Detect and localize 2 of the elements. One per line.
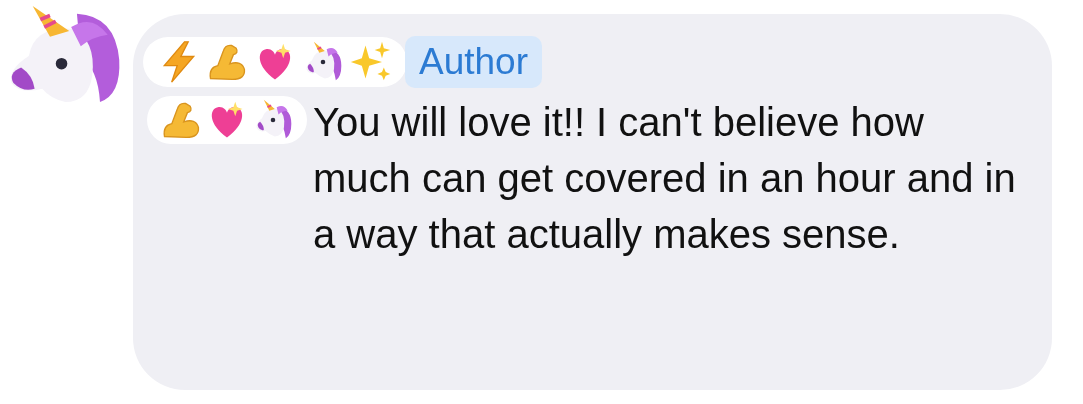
author-badge: Author [405, 36, 542, 88]
comment-text: You will love it!! I can't believe how much can get covered in an hour and in a way that actually makes sense. [313, 99, 1017, 258]
